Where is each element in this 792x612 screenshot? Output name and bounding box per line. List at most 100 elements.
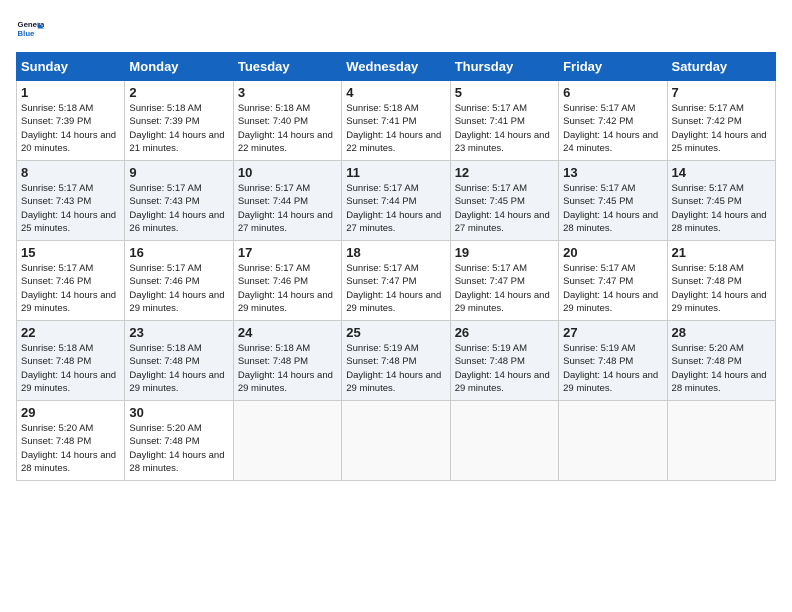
day-info: Sunrise: 5:18 AM Sunset: 7:48 PM Dayligh… <box>21 342 120 395</box>
day-info: Sunrise: 5:19 AM Sunset: 7:48 PM Dayligh… <box>455 342 554 395</box>
day-number: 16 <box>129 245 228 260</box>
calendar-cell: 29 Sunrise: 5:20 AM Sunset: 7:48 PM Dayli… <box>17 401 125 481</box>
day-number: 8 <box>21 165 120 180</box>
calendar-cell: 15 Sunrise: 5:17 AM Sunset: 7:46 PM Dayli… <box>17 241 125 321</box>
calendar-cell: 27 Sunrise: 5:19 AM Sunset: 7:48 PM Dayli… <box>559 321 667 401</box>
calendar-cell: 6 Sunrise: 5:17 AM Sunset: 7:42 PM Daylig… <box>559 81 667 161</box>
day-number: 7 <box>672 85 771 100</box>
day-number: 1 <box>21 85 120 100</box>
column-header-monday: Monday <box>125 53 233 81</box>
day-info: Sunrise: 5:17 AM Sunset: 7:45 PM Dayligh… <box>672 182 771 235</box>
calendar-cell: 24 Sunrise: 5:18 AM Sunset: 7:48 PM Dayli… <box>233 321 341 401</box>
calendar-cell: 21 Sunrise: 5:18 AM Sunset: 7:48 PM Dayli… <box>667 241 775 321</box>
day-info: Sunrise: 5:20 AM Sunset: 7:48 PM Dayligh… <box>129 422 228 475</box>
day-info: Sunrise: 5:17 AM Sunset: 7:43 PM Dayligh… <box>129 182 228 235</box>
day-info: Sunrise: 5:17 AM Sunset: 7:42 PM Dayligh… <box>672 102 771 155</box>
day-info: Sunrise: 5:17 AM Sunset: 7:46 PM Dayligh… <box>129 262 228 315</box>
day-number: 10 <box>238 165 337 180</box>
page-header: General Blue <box>16 16 776 44</box>
calendar-cell: 7 Sunrise: 5:17 AM Sunset: 7:42 PM Daylig… <box>667 81 775 161</box>
day-info: Sunrise: 5:17 AM Sunset: 7:47 PM Dayligh… <box>563 262 662 315</box>
day-info: Sunrise: 5:17 AM Sunset: 7:46 PM Dayligh… <box>21 262 120 315</box>
column-header-saturday: Saturday <box>667 53 775 81</box>
calendar-cell: 28 Sunrise: 5:20 AM Sunset: 7:48 PM Dayli… <box>667 321 775 401</box>
day-number: 4 <box>346 85 445 100</box>
calendar-cell <box>667 401 775 481</box>
day-number: 12 <box>455 165 554 180</box>
day-info: Sunrise: 5:17 AM Sunset: 7:47 PM Dayligh… <box>455 262 554 315</box>
day-number: 13 <box>563 165 662 180</box>
day-number: 6 <box>563 85 662 100</box>
day-info: Sunrise: 5:17 AM Sunset: 7:45 PM Dayligh… <box>455 182 554 235</box>
day-number: 9 <box>129 165 228 180</box>
day-info: Sunrise: 5:18 AM Sunset: 7:48 PM Dayligh… <box>672 262 771 315</box>
calendar-cell <box>450 401 558 481</box>
day-number: 29 <box>21 405 120 420</box>
calendar-cell: 18 Sunrise: 5:17 AM Sunset: 7:47 PM Dayli… <box>342 241 450 321</box>
calendar-cell: 2 Sunrise: 5:18 AM Sunset: 7:39 PM Daylig… <box>125 81 233 161</box>
day-info: Sunrise: 5:18 AM Sunset: 7:40 PM Dayligh… <box>238 102 337 155</box>
day-info: Sunrise: 5:18 AM Sunset: 7:48 PM Dayligh… <box>129 342 228 395</box>
column-header-sunday: Sunday <box>17 53 125 81</box>
day-info: Sunrise: 5:18 AM Sunset: 7:39 PM Dayligh… <box>129 102 228 155</box>
day-info: Sunrise: 5:17 AM Sunset: 7:46 PM Dayligh… <box>238 262 337 315</box>
day-number: 26 <box>455 325 554 340</box>
day-number: 22 <box>21 325 120 340</box>
calendar-cell: 26 Sunrise: 5:19 AM Sunset: 7:48 PM Dayli… <box>450 321 558 401</box>
calendar-table: SundayMondayTuesdayWednesdayThursdayFrid… <box>16 52 776 481</box>
day-info: Sunrise: 5:17 AM Sunset: 7:44 PM Dayligh… <box>346 182 445 235</box>
column-header-friday: Friday <box>559 53 667 81</box>
day-info: Sunrise: 5:17 AM Sunset: 7:41 PM Dayligh… <box>455 102 554 155</box>
day-info: Sunrise: 5:19 AM Sunset: 7:48 PM Dayligh… <box>346 342 445 395</box>
column-header-thursday: Thursday <box>450 53 558 81</box>
day-info: Sunrise: 5:20 AM Sunset: 7:48 PM Dayligh… <box>21 422 120 475</box>
logo-icon: General Blue <box>16 16 44 44</box>
calendar-cell: 12 Sunrise: 5:17 AM Sunset: 7:45 PM Dayli… <box>450 161 558 241</box>
header-row: SundayMondayTuesdayWednesdayThursdayFrid… <box>17 53 776 81</box>
day-info: Sunrise: 5:19 AM Sunset: 7:48 PM Dayligh… <box>563 342 662 395</box>
day-number: 3 <box>238 85 337 100</box>
day-number: 21 <box>672 245 771 260</box>
day-number: 20 <box>563 245 662 260</box>
calendar-cell <box>233 401 341 481</box>
calendar-week-2: 8 Sunrise: 5:17 AM Sunset: 7:43 PM Daylig… <box>17 161 776 241</box>
calendar-week-4: 22 Sunrise: 5:18 AM Sunset: 7:48 PM Dayli… <box>17 321 776 401</box>
calendar-cell: 13Sunrise: 5:17 AM Sunset: 7:45 PM Dayli… <box>559 161 667 241</box>
day-number: 15 <box>21 245 120 260</box>
calendar-cell: 20 Sunrise: 5:17 AM Sunset: 7:47 PM Dayli… <box>559 241 667 321</box>
day-number: 11 <box>346 165 445 180</box>
day-number: 14 <box>672 165 771 180</box>
calendar-cell: 16 Sunrise: 5:17 AM Sunset: 7:46 PM Dayli… <box>125 241 233 321</box>
calendar-week-5: 29 Sunrise: 5:20 AM Sunset: 7:48 PM Dayli… <box>17 401 776 481</box>
calendar-cell: 9 Sunrise: 5:17 AM Sunset: 7:43 PM Daylig… <box>125 161 233 241</box>
day-number: 2 <box>129 85 228 100</box>
svg-text:Blue: Blue <box>18 29 36 38</box>
day-info: Sunrise: 5:17 AM Sunset: 7:47 PM Dayligh… <box>346 262 445 315</box>
calendar-cell <box>559 401 667 481</box>
calendar-cell: 10 Sunrise: 5:17 AM Sunset: 7:44 PM Dayli… <box>233 161 341 241</box>
day-info: Sunrise: 5:17 AM Sunset: 7:43 PM Dayligh… <box>21 182 120 235</box>
day-number: 25 <box>346 325 445 340</box>
calendar-week-3: 15 Sunrise: 5:17 AM Sunset: 7:46 PM Dayli… <box>17 241 776 321</box>
calendar-cell: 22 Sunrise: 5:18 AM Sunset: 7:48 PM Dayli… <box>17 321 125 401</box>
day-info: Sunrise: 5:17 AM Sunset: 7:44 PM Dayligh… <box>238 182 337 235</box>
day-number: 19 <box>455 245 554 260</box>
calendar-cell: 3 Sunrise: 5:18 AM Sunset: 7:40 PM Daylig… <box>233 81 341 161</box>
calendar-cell: 30 Sunrise: 5:20 AM Sunset: 7:48 PM Dayli… <box>125 401 233 481</box>
calendar-cell: 19 Sunrise: 5:17 AM Sunset: 7:47 PM Dayli… <box>450 241 558 321</box>
calendar-cell: 8 Sunrise: 5:17 AM Sunset: 7:43 PM Daylig… <box>17 161 125 241</box>
day-info: Sunrise: 5:18 AM Sunset: 7:41 PM Dayligh… <box>346 102 445 155</box>
calendar-cell: 25 Sunrise: 5:19 AM Sunset: 7:48 PM Dayli… <box>342 321 450 401</box>
logo: General Blue <box>16 16 44 44</box>
column-header-tuesday: Tuesday <box>233 53 341 81</box>
day-number: 18 <box>346 245 445 260</box>
day-number: 28 <box>672 325 771 340</box>
day-info: Sunrise: 5:18 AM Sunset: 7:39 PM Dayligh… <box>21 102 120 155</box>
calendar-week-1: 1 Sunrise: 5:18 AM Sunset: 7:39 PM Daylig… <box>17 81 776 161</box>
day-info: Sunrise: 5:20 AM Sunset: 7:48 PM Dayligh… <box>672 342 771 395</box>
day-info: Sunrise: 5:18 AM Sunset: 7:48 PM Dayligh… <box>238 342 337 395</box>
day-info: Sunrise: 5:17 AM Sunset: 7:42 PM Dayligh… <box>563 102 662 155</box>
day-number: 27 <box>563 325 662 340</box>
day-number: 30 <box>129 405 228 420</box>
day-number: 24 <box>238 325 337 340</box>
